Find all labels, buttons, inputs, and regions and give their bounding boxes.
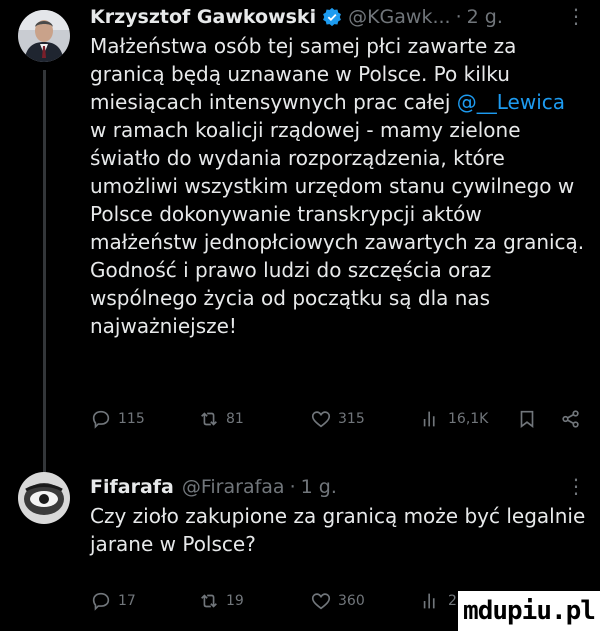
views-count: 16,1K xyxy=(448,411,489,427)
tweet-text: Małżeństwa osób tej samej płci zawarte z… xyxy=(90,32,586,340)
bookmark-button[interactable] xyxy=(516,408,538,430)
timestamp[interactable]: 1 g. xyxy=(301,476,337,498)
share-icon xyxy=(562,410,579,428)
share-button[interactable] xyxy=(560,408,582,430)
views-icon xyxy=(423,411,435,427)
reply-button[interactable]: 17 xyxy=(90,590,136,612)
thread-line xyxy=(43,70,46,480)
author-name[interactable]: Krzysztof Gawkowski xyxy=(90,6,316,28)
tweet-header: Krzysztof Gawkowski @KGawk... · 2 g. xyxy=(90,6,586,28)
repost-count: 19 xyxy=(226,593,244,609)
heart-icon xyxy=(311,593,331,610)
tweet-actions: 115 81 315 16,1K xyxy=(90,406,590,432)
repost-button[interactable]: 81 xyxy=(198,408,244,430)
verified-badge-icon xyxy=(323,7,342,27)
repost-icon xyxy=(201,412,217,426)
repost-count: 81 xyxy=(226,411,244,427)
more-icon[interactable]: ⋮ xyxy=(566,474,586,498)
like-button[interactable]: 360 xyxy=(310,590,365,612)
avatar[interactable] xyxy=(18,10,70,62)
reply-button[interactable]: 115 xyxy=(90,408,145,430)
tweet-text-part: w ramach koalicji rządowej - mamy zielon… xyxy=(90,118,585,338)
separator-dot: · xyxy=(289,476,296,498)
timestamp[interactable]: 2 g. xyxy=(467,6,503,28)
author-handle[interactable]: @Firarafaa xyxy=(182,476,285,498)
tweet-header: Fifarafa @Firarafaa · 1 g. xyxy=(90,476,586,498)
reply-count: 115 xyxy=(118,411,145,427)
repost-button[interactable]: 19 xyxy=(198,590,244,612)
heart-icon xyxy=(311,411,331,428)
views-button[interactable]: 16,1K xyxy=(420,408,488,430)
separator-dot: · xyxy=(455,6,462,28)
repost-icon xyxy=(201,594,217,608)
tweet-text-part: Małżeństwa osób tej samej płci zawarte z… xyxy=(90,34,517,114)
like-button[interactable]: 315 xyxy=(310,408,365,430)
reply-count: 17 xyxy=(118,593,136,609)
author-name[interactable]: Fifarafa xyxy=(90,476,174,498)
like-count: 360 xyxy=(338,593,365,609)
reply-icon xyxy=(92,410,110,429)
tweet-text: Czy zioło zakupione za granicą może być … xyxy=(90,504,586,556)
watermark-logo: mdupiu.pl xyxy=(458,591,600,631)
like-count: 315 xyxy=(338,411,365,427)
more-icon[interactable]: ⋮ xyxy=(566,4,586,28)
avatar[interactable] xyxy=(18,472,70,524)
author-handle[interactable]: @KGawk... xyxy=(348,6,451,28)
views-icon xyxy=(423,593,435,609)
mention-link[interactable]: @__Lewica xyxy=(457,90,565,114)
tweet[interactable]: Krzysztof Gawkowski @KGawk... · 2 g. ⋮ M… xyxy=(0,0,600,480)
bookmark-icon xyxy=(520,410,534,428)
reply-icon xyxy=(92,592,110,611)
